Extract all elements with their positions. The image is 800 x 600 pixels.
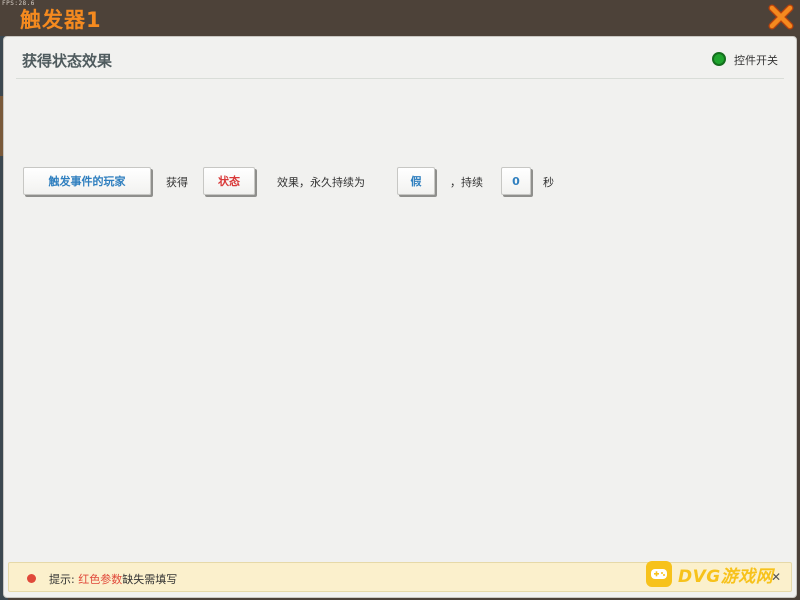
warning-dot-icon [27, 574, 36, 583]
permanent-parameter-button[interactable]: 假 [397, 167, 435, 195]
hint-prefix: 提示: [49, 573, 75, 586]
hint-suffix: 缺失需填写 [122, 573, 178, 586]
player-parameter-button[interactable]: 触发事件的玩家 [23, 167, 151, 195]
gamepad-icon [646, 561, 672, 587]
statement-row: 触发事件的玩家 获得 状态 效果，永久持续为 假 ，持续 0 秒 [23, 167, 783, 195]
text-get: 获得 [166, 176, 188, 189]
watermark: DVG游戏网 [646, 558, 792, 590]
text-seconds: 秒 [543, 176, 554, 189]
trigger-panel: 获得状态效果 控件开关 触发事件的玩家 获得 状态 效果，永久持续为 假 ，持续… [3, 36, 797, 598]
text-duration: ，持续 [450, 176, 483, 189]
duration-parameter-button[interactable]: 0 [501, 167, 531, 195]
hint-highlight: 红色参数 [78, 573, 123, 586]
title-bar: FPS:28.6 触发器1 [0, 0, 800, 36]
watermark-text: DVG游戏网 [678, 566, 774, 587]
text-effect: 效果，永久持续为 [277, 176, 365, 189]
status-parameter-button[interactable]: 状态 [203, 167, 255, 195]
close-button[interactable] [768, 4, 794, 30]
panel-title: 获得状态效果 [22, 52, 113, 70]
window-title: 触发器1 [20, 8, 102, 32]
panel-header: 获得状态效果 控件开关 [16, 37, 784, 79]
close-icon [768, 4, 794, 30]
control-switch-label: 控件开关 [734, 54, 778, 67]
hint-text: 提示: 红色参数缺失需填写 [49, 571, 177, 587]
control-switch-toggle[interactable] [712, 52, 726, 66]
